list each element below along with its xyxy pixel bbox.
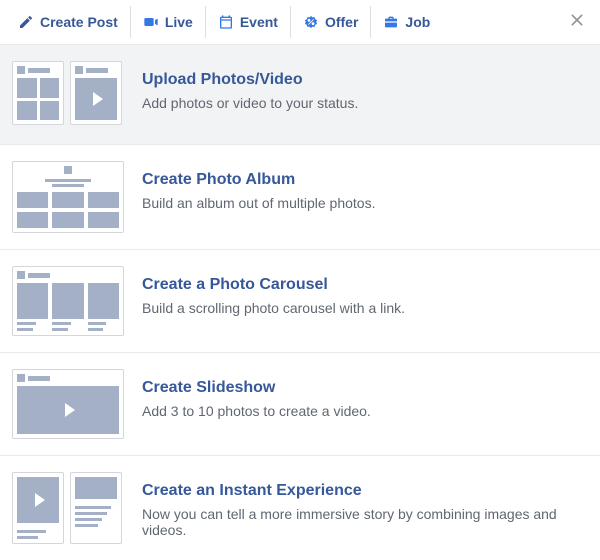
tab-offer-label: Offer	[325, 14, 358, 30]
option-title: Upload Photos/Video	[142, 71, 358, 89]
option-thumbnail	[12, 266, 124, 336]
option-desc: Build an album out of multiple photos.	[142, 195, 375, 211]
pencil-icon	[18, 14, 34, 30]
option-create-photo-carousel[interactable]: Create a Photo Carousel Build a scrollin…	[0, 250, 600, 353]
post-options-list: Upload Photos/Video Add photos or video …	[0, 44, 600, 560]
option-thumbnail	[12, 61, 124, 125]
option-desc: Build a scrolling photo carousel with a …	[142, 300, 405, 316]
option-create-instant-experience[interactable]: Create an Instant Experience Now you can…	[0, 456, 600, 560]
tab-offer[interactable]: Offer	[290, 6, 370, 38]
tab-create-post[interactable]: Create Post	[6, 6, 130, 38]
briefcase-icon	[383, 14, 399, 30]
option-title: Create an Instant Experience	[142, 482, 584, 500]
option-upload-photos-video[interactable]: Upload Photos/Video Add photos or video …	[0, 45, 600, 145]
camcorder-icon	[143, 14, 159, 30]
option-title: Create Slideshow	[142, 379, 371, 397]
tab-create-post-label: Create Post	[40, 14, 118, 30]
tab-job-label: Job	[405, 14, 430, 30]
tab-event-label: Event	[240, 14, 278, 30]
option-title: Create Photo Album	[142, 171, 375, 189]
option-thumbnail	[12, 369, 124, 439]
option-create-photo-album[interactable]: Create Photo Album Build an album out of…	[0, 145, 600, 250]
tab-live-label: Live	[165, 14, 193, 30]
close-icon	[569, 12, 585, 33]
discount-icon	[303, 14, 319, 30]
tab-event[interactable]: Event	[205, 6, 290, 38]
option-create-slideshow[interactable]: Create Slideshow Add 3 to 10 photos to c…	[0, 353, 600, 456]
composer-toolbar: Create Post Live Event Offer Job	[0, 0, 600, 44]
option-title: Create a Photo Carousel	[142, 276, 405, 294]
option-desc: Add 3 to 10 photos to create a video.	[142, 403, 371, 419]
option-desc: Add photos or video to your status.	[142, 95, 358, 111]
close-button[interactable]	[564, 9, 590, 35]
tab-live[interactable]: Live	[130, 6, 205, 38]
option-thumbnail	[12, 161, 124, 233]
tab-job[interactable]: Job	[370, 6, 442, 38]
calendar-icon	[218, 14, 234, 30]
option-desc: Now you can tell a more immersive story …	[142, 506, 584, 538]
option-thumbnail	[12, 472, 124, 544]
